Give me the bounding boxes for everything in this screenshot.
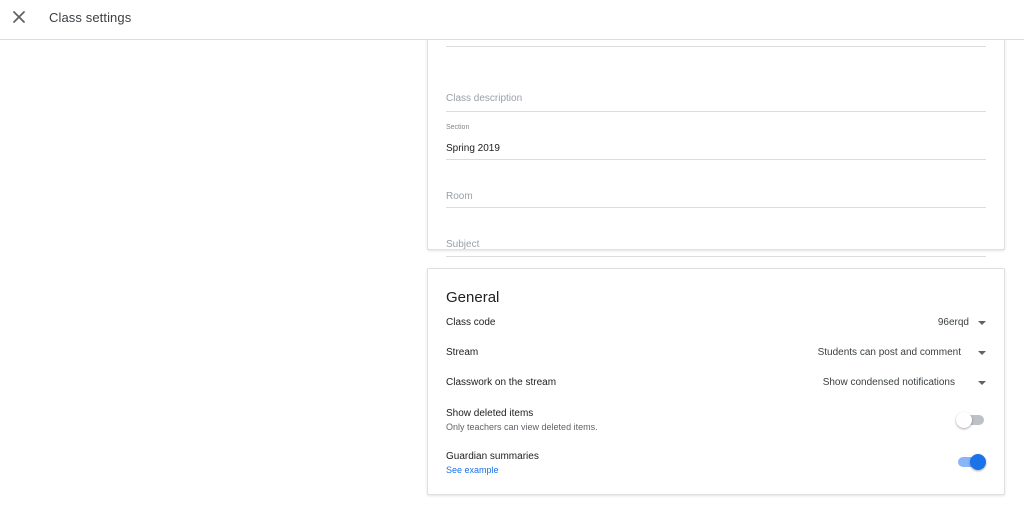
general-card: General Class code 96erqd Stream Student…: [427, 268, 1005, 495]
deleted-items-label: Show deleted items: [446, 408, 534, 419]
class-details-card: Class description Section Spring 2019 Ro…: [427, 40, 1005, 257]
guardian-summaries-toggle[interactable]: [956, 454, 986, 470]
section-value: Spring 2019: [446, 143, 500, 154]
page-title: Class settings: [49, 10, 132, 25]
caret-down-icon: [978, 350, 986, 355]
class-code-label: Class code: [446, 317, 496, 328]
see-example-link[interactable]: See example: [446, 465, 499, 475]
deleted-items-toggle[interactable]: [956, 412, 986, 428]
stream-label: Stream: [446, 347, 479, 358]
class-code-value: 96erqd: [937, 317, 969, 328]
room-field[interactable]: Room: [446, 169, 986, 208]
general-heading: General: [446, 289, 500, 306]
stream-dropdown[interactable]: Students can post and comment: [818, 347, 986, 358]
subject-field[interactable]: Subject: [446, 218, 986, 257]
close-icon: [13, 11, 25, 23]
subject-placeholder: Subject: [446, 239, 480, 250]
toggle-thumb: [956, 412, 972, 428]
classwork-dropdown[interactable]: Show condensed notifications: [823, 377, 986, 388]
close-button[interactable]: [6, 4, 32, 30]
class-description-field[interactable]: Class description: [446, 73, 986, 112]
room-placeholder: Room: [446, 191, 473, 202]
section-value-wrapper: Spring 2019: [446, 121, 986, 160]
guardian-summaries-label: Guardian summaries: [446, 451, 539, 462]
top-app-bar: Class settings: [0, 0, 1024, 40]
class-name-field[interactable]: [446, 40, 986, 47]
deleted-items-description: Only teachers can view deleted items.: [446, 422, 598, 432]
class-code-dropdown[interactable]: 96erqd: [938, 317, 986, 328]
classwork-value: Show condensed notifications: [822, 377, 955, 388]
class-description-placeholder: Class description: [446, 93, 523, 104]
caret-down-icon: [978, 320, 986, 325]
settings-content[interactable]: Class description Section Spring 2019 Ro…: [0, 40, 1024, 505]
stream-value: Students can post and comment: [817, 347, 961, 358]
caret-down-icon: [978, 380, 986, 385]
classwork-label: Classwork on the stream: [446, 377, 557, 388]
toggle-thumb: [970, 454, 986, 470]
